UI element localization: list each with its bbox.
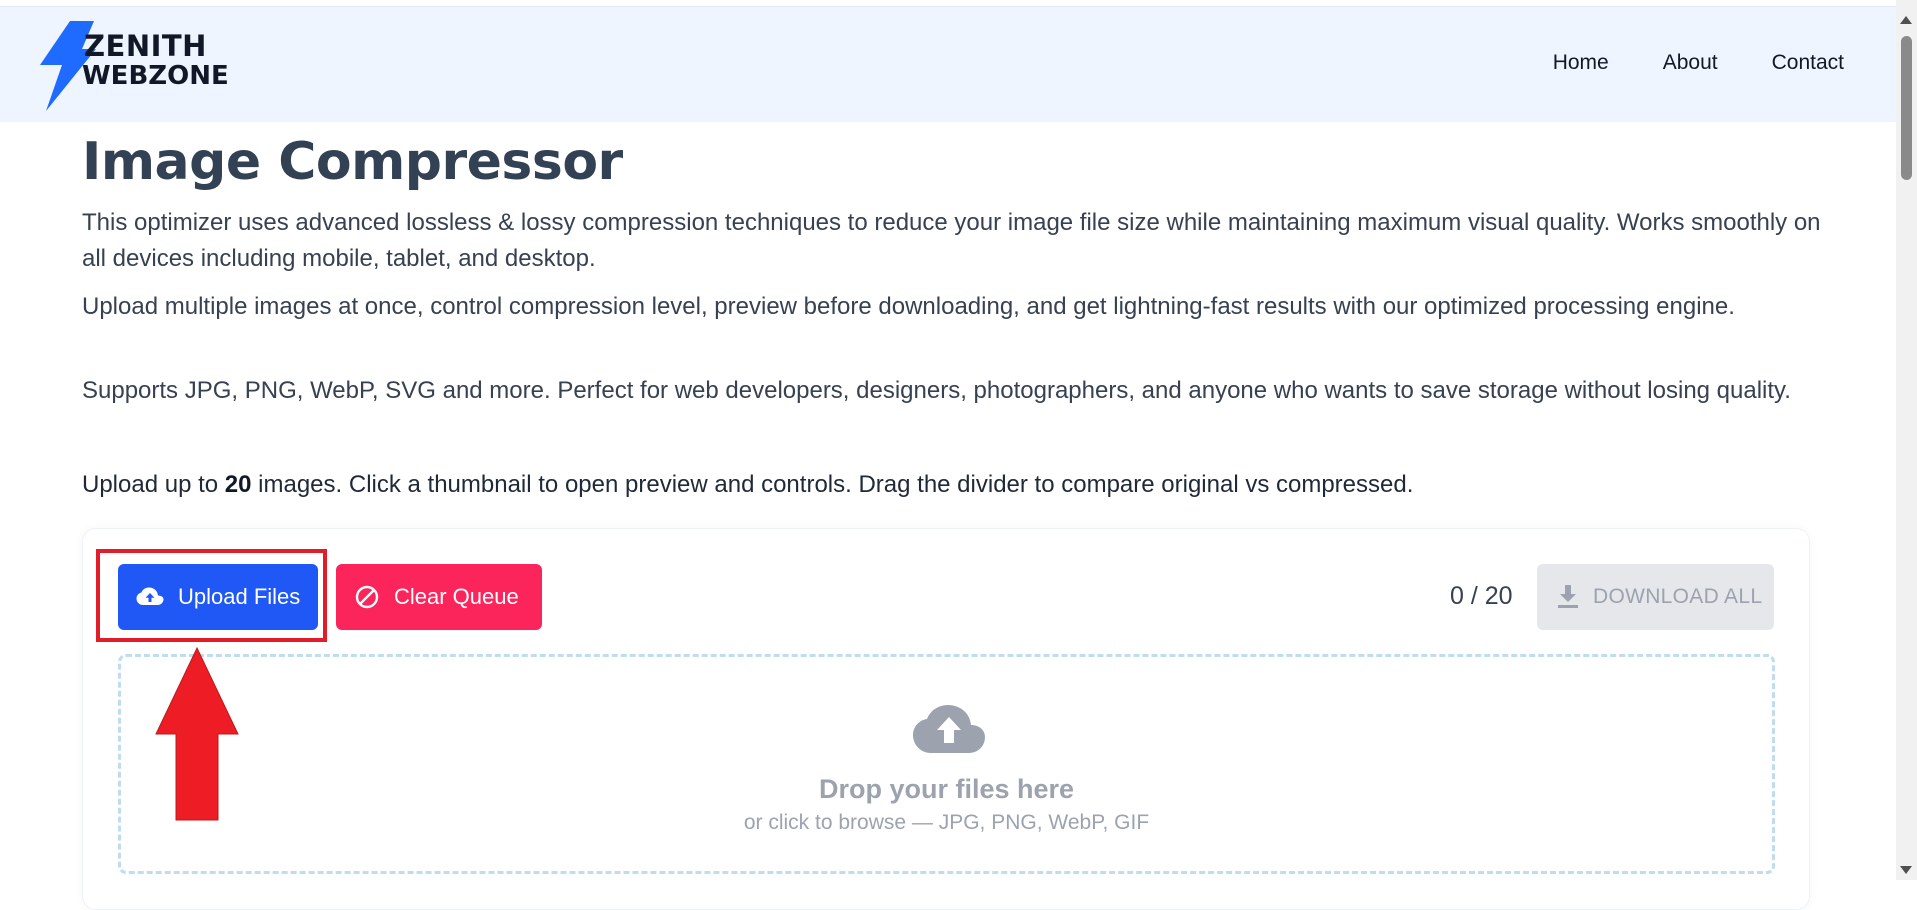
instructions-suffix: images. Click a thumbnail to open previe…: [251, 471, 1414, 498]
nav-home-link[interactable]: Home: [1553, 51, 1609, 75]
top-border: [0, 0, 1896, 7]
highlight-box: [96, 549, 327, 642]
site-header: ZENITH WEBZONE Home About Contact: [0, 7, 1896, 122]
brand-name-line2: WEBZONE: [82, 61, 229, 91]
cloud-upload-icon: [913, 705, 985, 753]
brand-name-line1: ZENITH: [84, 29, 207, 63]
intro-paragraph-3: Supports JPG, PNG, WebP, SVG and more. P…: [82, 377, 1791, 404]
dropzone-title: Drop your files here: [818, 774, 1075, 804]
upload-instructions: Upload up to 20 images. Click a thumbnai…: [82, 467, 1822, 503]
nav-contact-link[interactable]: Contact: [1772, 51, 1844, 75]
nav-about-link[interactable]: About: [1663, 51, 1718, 75]
instructions-prefix: Upload up to: [82, 471, 225, 498]
file-dropzone[interactable]: Drop your files here or click to browse …: [118, 654, 1775, 874]
scroll-down-arrow-icon[interactable]: [1900, 866, 1912, 874]
upload-limit: 20: [224, 471, 252, 498]
file-counter: 0 / 20: [1450, 582, 1513, 610]
download-icon: [1558, 585, 1578, 608]
ban-icon: [355, 585, 379, 609]
brand-logo[interactable]: ZENITH WEBZONE: [82, 29, 229, 91]
scrollbar-thumb[interactable]: [1901, 36, 1912, 180]
scroll-up-arrow-icon[interactable]: [1900, 16, 1912, 24]
page-title: Image Compressor: [82, 132, 623, 192]
vertical-scrollbar[interactable]: [1896, 0, 1917, 880]
intro-paragraph-2: Upload multiple images at once, control …: [82, 293, 1735, 320]
intro-paragraph-1: This optimizer uses advanced lossless & …: [82, 209, 1821, 272]
download-all-button[interactable]: DOWNLOAD ALL: [1537, 564, 1774, 630]
clear-queue-button[interactable]: Clear Queue: [336, 564, 542, 630]
clear-queue-label: Clear Queue: [394, 584, 519, 609]
dropzone-subtitle: or click to browse — JPG, PNG, WebP, GIF: [743, 811, 1150, 834]
main-nav: Home About Contact: [1553, 51, 1844, 75]
up-arrow-icon: [155, 646, 239, 821]
download-all-label: DOWNLOAD ALL: [1593, 585, 1763, 608]
